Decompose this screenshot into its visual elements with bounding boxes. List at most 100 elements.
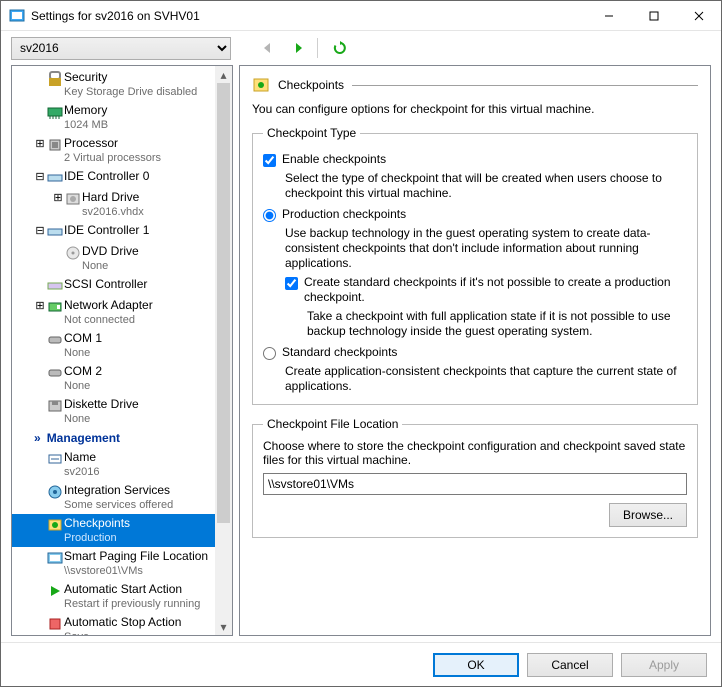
management-section-header: » Management	[12, 428, 232, 448]
tree-item-title: Hard Drive	[82, 190, 144, 205]
tree-item-network-adapter[interactable]: ⊞Network AdapterNot connected	[12, 296, 232, 329]
tree-item-com-2[interactable]: COM 2None	[12, 362, 232, 395]
name-icon	[46, 451, 64, 467]
tree-item-subtitle: 2 Virtual processors	[64, 151, 161, 165]
tree-item-subtitle: Restart if previously running	[64, 597, 200, 611]
tree-item-title: Network Adapter	[64, 298, 153, 313]
standard-checkpoints-radio[interactable]	[263, 347, 276, 360]
panel-title: Checkpoints	[278, 78, 344, 92]
window-title: Settings for sv2016 on SVHV01	[31, 9, 586, 23]
nav-forward-button[interactable]	[287, 37, 309, 59]
tree-item-ide-controller-1[interactable]: ⊟ IDE Controller 1	[12, 221, 232, 242]
expand-icon[interactable]: ⊞	[34, 299, 46, 312]
toolbar: sv2016	[1, 31, 721, 65]
browse-button[interactable]: Browse...	[609, 503, 687, 527]
tree-item-checkpoints[interactable]: CheckpointsProduction	[12, 514, 232, 547]
tree-item-scsi-controller[interactable]: SCSI Controller	[12, 275, 232, 296]
tree-item-subtitle: None	[64, 379, 102, 393]
com-icon	[46, 332, 64, 348]
checkpoint-location-group: Checkpoint File Location Choose where to…	[252, 417, 698, 538]
tree-item-title: Smart Paging File Location	[64, 549, 208, 564]
vm-selector[interactable]: sv2016	[11, 37, 231, 60]
ok-button[interactable]: OK	[433, 653, 519, 677]
tree-item-diskette-drive[interactable]: Diskette DriveNone	[12, 395, 232, 428]
tree-item-title: Name	[64, 450, 99, 465]
fallback-standard-checkbox[interactable]	[285, 277, 298, 290]
production-checkpoints-radio[interactable]	[263, 209, 276, 222]
management-section-label: Management	[47, 431, 120, 445]
tree-item-hard-drive[interactable]: ⊞Hard Drivesv2016.vhdx	[12, 188, 232, 221]
location-input[interactable]	[263, 473, 687, 495]
checkpoints-icon	[252, 76, 270, 94]
tree-item-title: IDE Controller 1	[64, 223, 149, 238]
tree-item-automatic-stop-action[interactable]: Automatic Stop ActionSave	[12, 613, 232, 636]
com-icon	[46, 365, 64, 381]
tree-item-memory[interactable]: Memory1024 MB	[12, 101, 232, 134]
tree-item-com-1[interactable]: COM 1None	[12, 329, 232, 362]
settings-tree[interactable]: SecurityKey Storage Drive disabledMemory…	[11, 65, 233, 636]
page-icon	[46, 550, 64, 566]
close-button[interactable]	[676, 1, 721, 30]
scroll-down-icon[interactable]: ▾	[215, 618, 232, 635]
fallback-standard-label: Create standard checkpoints if it's not …	[304, 275, 687, 305]
maximize-button[interactable]	[631, 1, 676, 30]
tree-item-title: Security	[64, 70, 197, 85]
tree-item-processor[interactable]: ⊞ Processor2 Virtual processors	[12, 134, 232, 167]
apply-button[interactable]: Apply	[621, 653, 707, 677]
tree-item-subtitle: \\svstore01\VMs	[64, 564, 208, 578]
tree-item-title: COM 2	[64, 364, 102, 379]
checkpoint-type-legend: Checkpoint Type	[263, 126, 360, 140]
tree-item-automatic-start-action[interactable]: Automatic Start ActionRestart if previou…	[12, 580, 232, 613]
expand-icon[interactable]: ⊟	[34, 170, 46, 183]
start-icon	[46, 583, 64, 599]
panel-divider	[352, 85, 698, 86]
location-desc: Choose where to store the checkpoint con…	[263, 439, 687, 467]
cpu-icon	[46, 137, 64, 153]
hdd-icon	[64, 191, 82, 207]
scsi-icon	[46, 278, 64, 294]
tree-item-subtitle: Some services offered	[64, 498, 173, 512]
scroll-thumb[interactable]	[217, 83, 230, 523]
tree-item-smart-paging-file-location[interactable]: Smart Paging File Location\\svstore01\VM…	[12, 547, 232, 580]
tree-item-name[interactable]: Namesv2016	[12, 448, 232, 481]
tree-item-ide-controller-0[interactable]: ⊟ IDE Controller 0	[12, 167, 232, 188]
tree-item-dvd-drive[interactable]: DVD DriveNone	[12, 242, 232, 275]
tree-item-subtitle: Production	[64, 531, 130, 545]
tree-item-security[interactable]: SecurityKey Storage Drive disabled	[12, 68, 232, 101]
expand-icon[interactable]: ⊞	[34, 137, 46, 150]
tree-item-subtitle: None	[82, 259, 139, 273]
expand-icon[interactable]: ⊟	[34, 224, 46, 237]
chk-icon	[46, 517, 64, 533]
nic-icon	[46, 299, 64, 315]
tree-item-title: Diskette Drive	[64, 397, 139, 412]
refresh-button[interactable]	[329, 37, 351, 59]
tree-item-subtitle: None	[64, 412, 139, 426]
expand-icon[interactable]: ⊞	[52, 191, 64, 204]
production-checkpoints-label: Production checkpoints	[282, 207, 406, 222]
ide-icon	[46, 224, 64, 240]
tree-item-integration-services[interactable]: Integration ServicesSome services offere…	[12, 481, 232, 514]
select-type-desc: Select the type of checkpoint that will …	[285, 171, 687, 201]
fallback-desc: Take a checkpoint with full application …	[307, 309, 687, 339]
enable-checkpoints-label: Enable checkpoints	[282, 152, 386, 166]
app-icon	[9, 8, 25, 24]
scroll-up-icon[interactable]: ▴	[215, 66, 232, 83]
cancel-button[interactable]: Cancel	[527, 653, 613, 677]
nav-back-button[interactable]	[257, 37, 279, 59]
tree-item-title: Processor	[64, 136, 161, 151]
tree-scrollbar[interactable]: ▴ ▾	[215, 66, 232, 635]
tree-item-title: Automatic Stop Action	[64, 615, 181, 630]
minimize-button[interactable]	[586, 1, 631, 30]
content-panel: Checkpoints You can configure options fo…	[239, 65, 711, 636]
fdd-icon	[46, 398, 64, 414]
stop-icon	[46, 616, 64, 632]
tree-item-title: IDE Controller 0	[64, 169, 149, 184]
standard-desc: Create application-consistent checkpoint…	[285, 364, 687, 394]
standard-checkpoints-label: Standard checkpoints	[282, 345, 397, 360]
titlebar: Settings for sv2016 on SVHV01	[1, 1, 721, 31]
tree-item-subtitle: Save	[64, 630, 181, 636]
production-desc: Use backup technology in the guest opera…	[285, 226, 687, 271]
dialog-footer: OK Cancel Apply	[1, 642, 721, 686]
enable-checkpoints-checkbox[interactable]	[263, 154, 276, 167]
tree-item-title: COM 1	[64, 331, 102, 346]
